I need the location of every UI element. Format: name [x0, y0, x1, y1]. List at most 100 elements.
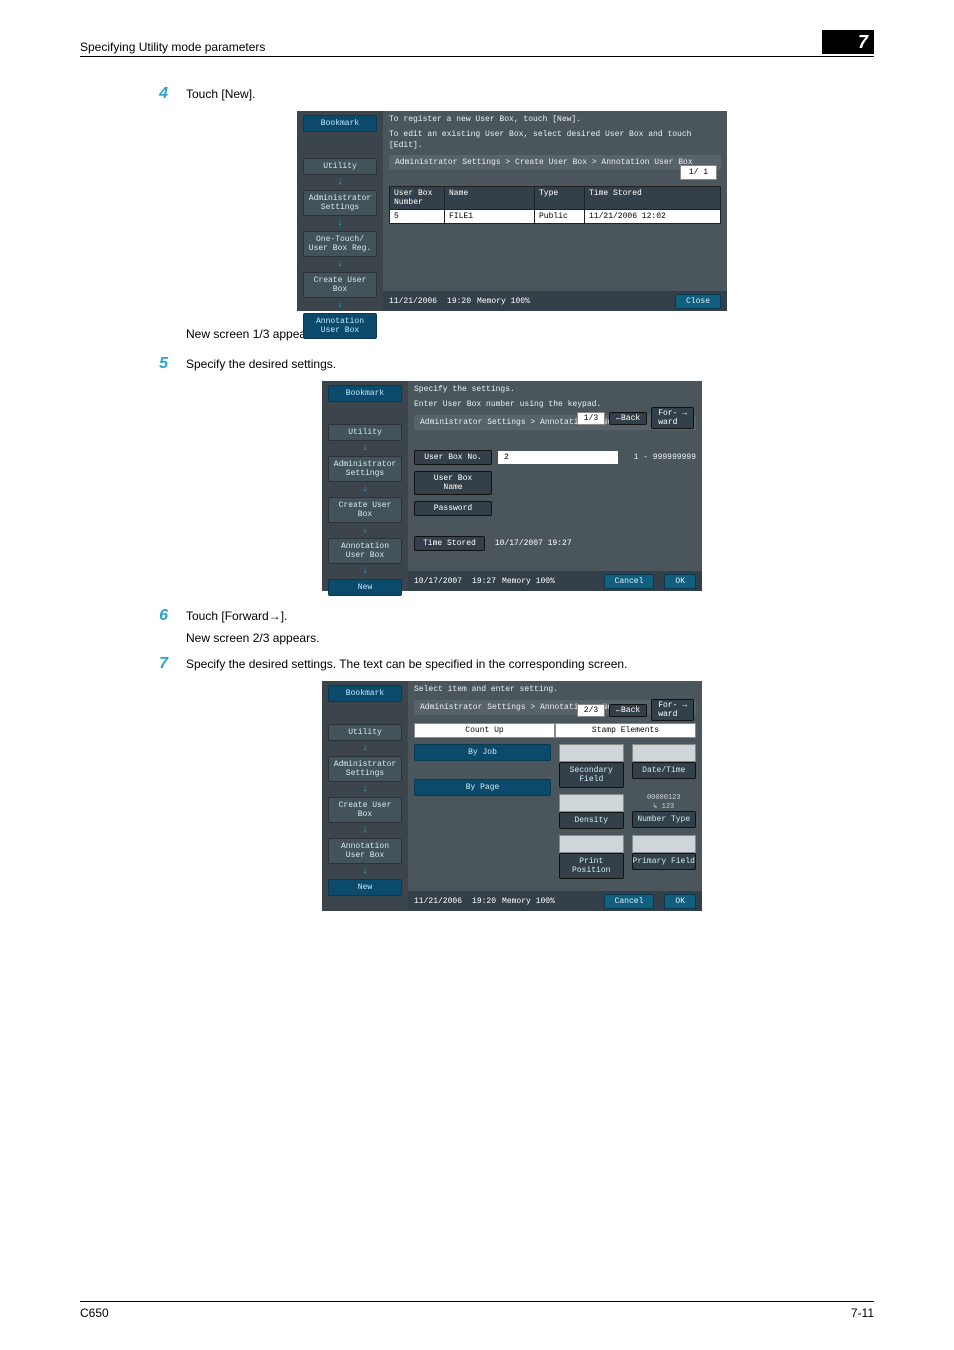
cancel-button[interactable]: Cancel	[604, 574, 655, 589]
secondary-field-icon	[559, 744, 624, 762]
sidebar-item-utility[interactable]: Utility	[328, 724, 402, 741]
footer-left: C650	[80, 1306, 109, 1320]
col-userbox-no: User Box Number	[390, 187, 445, 209]
cell-type: Public	[535, 210, 585, 223]
by-job-button[interactable]: By Job	[414, 744, 551, 761]
password-button[interactable]: Password	[414, 501, 492, 516]
sidebar-item-admin-settings[interactable]: Administrator Settings	[303, 190, 377, 216]
arrow-down-icon: ↓	[322, 484, 408, 495]
sidebar-item-utility[interactable]: Utility	[303, 158, 377, 175]
arrow-down-icon: ↓	[322, 525, 408, 536]
main-panel: To register a new User Box, touch [New].…	[383, 111, 727, 311]
step-text: Specify the desired settings.	[186, 355, 336, 373]
page-footer: C650 7-11	[80, 1301, 874, 1320]
sidebar: Bookmark Utility ↓ Administrator Setting…	[297, 111, 383, 311]
main-panel: Select item and enter setting. Administr…	[408, 681, 702, 911]
field-userbox-name: User Box Name	[414, 471, 696, 495]
userbox-no-value[interactable]: 2	[498, 451, 618, 464]
memory-value: 100%	[536, 577, 555, 586]
status-bar: 11/21/2006 19:20 Memory 100% Cancel OK	[408, 891, 702, 911]
table-row[interactable]: 5 FILE1 Public 11/21/2006 12:02	[389, 210, 721, 224]
hint-line-1: Specify the settings.	[414, 385, 696, 396]
forward-button[interactable]: For- → ward	[651, 699, 694, 721]
arrow-down-icon: ↓	[322, 784, 408, 795]
hint-line-1: To register a new User Box, touch [New].	[389, 115, 721, 126]
sidebar-item-annotation-userbox[interactable]: Annotation User Box	[328, 838, 402, 864]
header-title: Specifying Utility mode parameters	[80, 40, 265, 54]
field-userbox-no: User Box No. 2 1 - 999999999	[414, 450, 696, 465]
step-5: 5 Specify the desired settings.	[150, 355, 874, 373]
status-date: 11/21/2006	[414, 897, 462, 906]
bookmark-button[interactable]: Bookmark	[328, 685, 402, 702]
arrow-down-icon: ↓	[322, 743, 408, 754]
step-6-result: New screen 2/3 appears.	[186, 631, 874, 645]
sidebar-item-utility[interactable]: Utility	[328, 424, 402, 441]
sidebar-item-create-userbox[interactable]: Create User Box	[303, 272, 377, 298]
userbox-no-label: User Box No.	[414, 450, 492, 465]
chapter-number: 7	[822, 30, 874, 54]
sidebar-item-create-userbox[interactable]: Create User Box	[328, 797, 402, 823]
density-button[interactable]: Density	[559, 812, 624, 829]
page-indicator: 1/ 1	[680, 165, 717, 180]
cell-no: 5	[390, 210, 445, 223]
screenshot-annotation-userbox-list: Bookmark Utility ↓ Administrator Setting…	[297, 111, 727, 311]
sidebar-item-admin-settings[interactable]: Administrator Settings	[328, 456, 402, 482]
step-text: Touch [New].	[186, 85, 255, 103]
status-bar: 11/21/2006 19:20 Memory 100% Close	[383, 291, 727, 311]
step-4: 4 Touch [New].	[150, 85, 874, 103]
time-stored-label: Time Stored	[414, 536, 485, 551]
time-stored-row: Time Stored 10/17/2007 19:27	[414, 536, 696, 551]
screenshot-new-1of3: Bookmark Utility ↓ Administrator Setting…	[322, 381, 702, 591]
col-name: Name	[445, 187, 535, 209]
arrow-down-icon: ↓	[322, 443, 408, 454]
ok-button[interactable]: OK	[664, 894, 696, 909]
datetime-icon	[632, 744, 697, 762]
datetime-button[interactable]: Date/Time	[632, 762, 697, 779]
arrow-down-icon: ↓	[297, 177, 383, 188]
bookmark-button[interactable]: Bookmark	[303, 115, 377, 132]
status-time: 19:20	[472, 897, 496, 906]
sidebar-item-onetouch[interactable]: One-Touch/ User Box Reg.	[303, 231, 377, 257]
sidebar-item-annotation-userbox[interactable]: Annotation User Box	[303, 313, 377, 339]
back-button[interactable]: ←Back	[609, 704, 647, 717]
primary-field-icon	[632, 835, 697, 853]
sidebar-item-create-userbox[interactable]: Create User Box	[328, 497, 402, 523]
sidebar-item-admin-settings[interactable]: Administrator Settings	[328, 756, 402, 782]
step-number: 5	[150, 355, 168, 373]
cell-name: FILE1	[445, 210, 535, 223]
header-count-up: Count Up	[414, 723, 555, 738]
page-nav: 1/3 ←Back For- → ward	[577, 407, 694, 429]
number-type-button[interactable]: Number Type	[632, 811, 697, 828]
ok-button[interactable]: OK	[664, 574, 696, 589]
secondary-field-button[interactable]: Secondary Field	[559, 762, 624, 788]
sidebar-item-new[interactable]: New	[328, 579, 402, 596]
number-type-sample: 00000123↳ 123	[632, 794, 697, 811]
status-time: 19:27	[472, 577, 496, 586]
step-number: 7	[150, 655, 168, 673]
step-6: 6 Touch [Forward→].	[150, 607, 874, 625]
sidebar-item-new[interactable]: New	[328, 879, 402, 896]
sidebar-item-annotation-userbox[interactable]: Annotation User Box	[328, 538, 402, 564]
col-type: Type	[535, 187, 585, 209]
memory-label: Memory	[502, 577, 531, 586]
cell-time: 11/21/2006 12:02	[585, 210, 720, 223]
memory-value: 100%	[511, 297, 530, 306]
status-date: 10/17/2007	[414, 577, 462, 586]
bookmark-button[interactable]: Bookmark	[328, 385, 402, 402]
userbox-name-button[interactable]: User Box Name	[414, 471, 492, 495]
step-4-result: New screen 1/3 appears.	[186, 327, 874, 341]
close-button[interactable]: Close	[675, 294, 721, 309]
forward-button[interactable]: For- → ward	[651, 407, 694, 429]
status-date: 11/21/2006	[389, 297, 437, 306]
print-position-button[interactable]: Print Position	[559, 853, 624, 879]
screenshot-new-2of3: Bookmark Utility ↓ Administrator Setting…	[322, 681, 702, 911]
cancel-button[interactable]: Cancel	[604, 894, 655, 909]
step-number: 6	[150, 607, 168, 625]
by-page-button[interactable]: By Page	[414, 779, 551, 796]
arrow-down-icon: ↓	[322, 866, 408, 877]
col-time: Time Stored	[585, 187, 720, 209]
back-button[interactable]: ←Back	[609, 412, 647, 425]
arrow-down-icon: ↓	[322, 825, 408, 836]
hint-line: Select item and enter setting.	[414, 685, 696, 696]
primary-field-button[interactable]: Primary Field	[632, 853, 697, 870]
